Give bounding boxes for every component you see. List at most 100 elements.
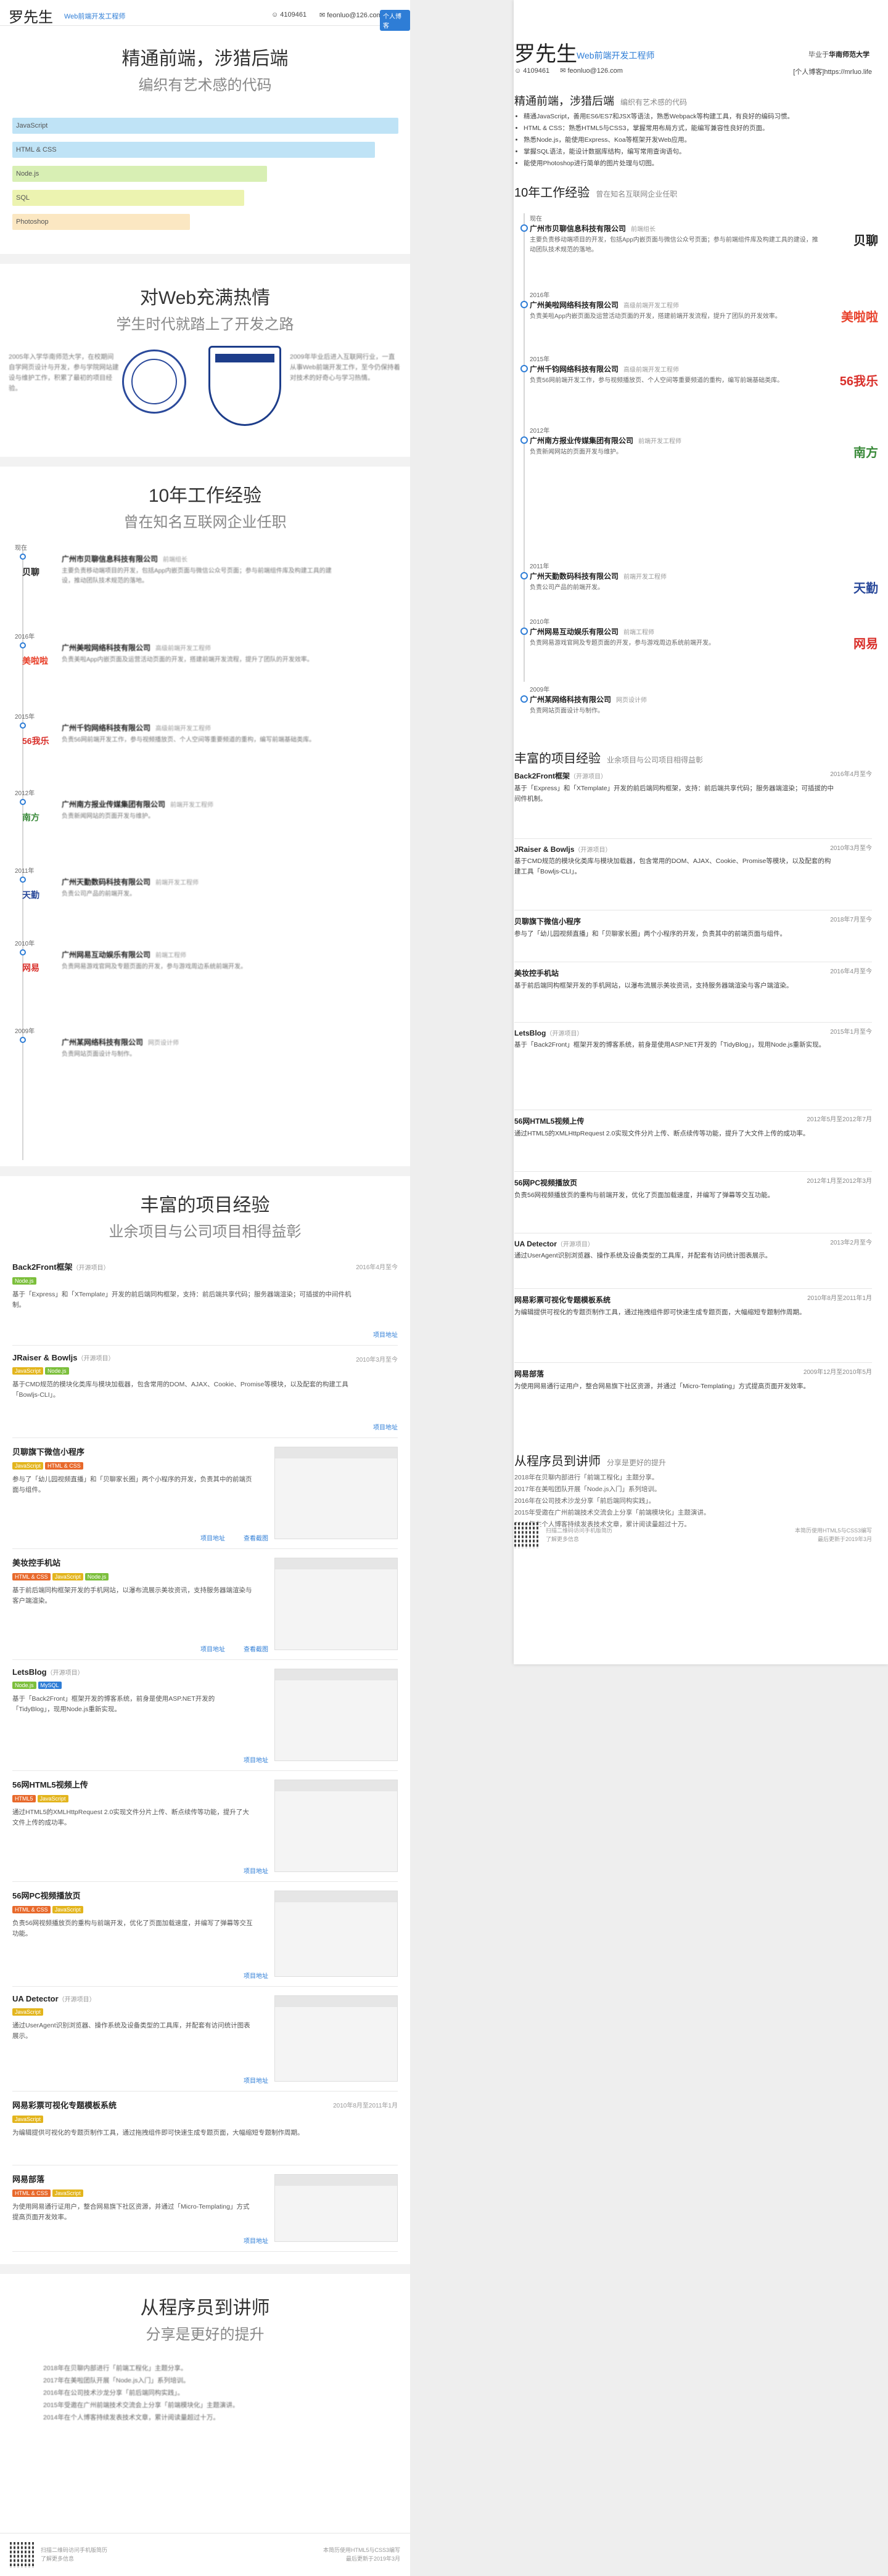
project-name: 56网PC视频播放页 xyxy=(12,1891,81,1900)
hero-title: 精通前端，涉猎后端 xyxy=(121,49,289,69)
project-link[interactable]: 项目地址 xyxy=(244,1971,268,1980)
job-position: 网页设计师 xyxy=(148,1040,179,1047)
print-project-title: UA Detector（开源项目） xyxy=(514,1239,872,1248)
skill-bar: Photoshop xyxy=(12,214,190,230)
skill-point: HTML & CSS：熟悉HTML5与CSS3，掌握常用布局方式，能编写兼容性良… xyxy=(524,123,869,134)
project-name: JRaiser & Bowljs xyxy=(12,1353,78,1362)
project-tag: JavaScript xyxy=(52,1573,83,1580)
print-timeline-dot xyxy=(520,695,528,703)
print-project-name: 美妆控手机站 xyxy=(514,969,559,978)
print-project-date: 2010年3月至今 xyxy=(830,845,872,852)
timeline-axis xyxy=(22,550,23,1160)
print-job-position: 网页设计师 xyxy=(616,697,648,704)
project-card: JRaiser & Bowljs（开源项目） 2010年3月至今 JavaScrip… xyxy=(12,1346,398,1438)
qq-contact[interactable]: ☺ 4109461 xyxy=(271,11,306,18)
email-contact[interactable]: ✉ feonluo@126.com xyxy=(319,11,382,19)
timeline-dot xyxy=(20,642,26,648)
project-link[interactable]: 项目地址 xyxy=(244,1755,268,1764)
experience-timeline: 现在 贝聊 广州市贝聊信息科技有限公司 前端组长 主要负责移动端项目的开发，包括App内… xyxy=(0,545,410,1166)
project-card: UA Detector（开源项目）2013年2月至今JavaScript通过Us… xyxy=(12,1987,398,2091)
project-list: Back2Front框架（开源项目） 2016年4月至今 Node.js 基于「Exp… xyxy=(0,1253,410,2252)
print-qq[interactable]: ☺ 4109461 xyxy=(514,67,549,75)
section-divider xyxy=(0,457,410,467)
project-note: （开源项目） xyxy=(58,1997,96,2003)
print-project-title: 美妆控手机站 xyxy=(514,968,872,978)
job-description: 负责56网前端开发工作，参与视频播放页、个人空间等重要频道的重构，编写前端基础类… xyxy=(62,737,316,743)
print-job-description: 负责56网前端开发工作，参与视频播放页、个人空间等重要频道的重构，编写前端基础类… xyxy=(530,377,784,384)
print-blog-link[interactable]: [个人博客]https://mrluo.life xyxy=(793,67,872,76)
print-company-logo-icon: 美啦啦 xyxy=(841,311,878,324)
screenshot-bar xyxy=(275,1447,397,1458)
project-card: 56网PC视频播放页2012年1月至2012年3月HTML & CSSJavaS… xyxy=(12,1882,398,1987)
print-project: 贝聊旗下微信小程序 2018年7月至今 参与了「幼儿园视频直播」和「贝聊家长圈」两个… xyxy=(514,916,872,939)
timeline-dot xyxy=(20,799,26,805)
print-project-name: UA Detector xyxy=(514,1240,557,1248)
job-position: 前端开发工程师 xyxy=(170,802,214,809)
print-job-entry: 广州美啦网络科技有限公司 高级前端开发工程师 负责美啦App内嵌页面及运营活动页面的… xyxy=(530,300,820,322)
project-card: 56网HTML5视频上传2012年5月至2012年7月HTML5JavaScri… xyxy=(12,1771,398,1882)
project-description: 通过UserAgent识别浏览器、操作系统及设备类型的工具库，并配套有访问统计图… xyxy=(12,2022,250,2040)
screenshot-bar xyxy=(275,1558,397,1569)
project-link[interactable]: 项目地址 xyxy=(200,1533,225,1542)
print-job-company: 广州美啦网络科技有限公司 高级前端开发工程师 xyxy=(530,300,820,310)
qq-number: 4109461 xyxy=(280,11,307,18)
project-tag: JavaScript xyxy=(37,1795,68,1802)
print-job-company-name: 广州美啦网络科技有限公司 xyxy=(530,301,619,309)
print-timeline-year: 2015年 xyxy=(530,356,550,363)
print-project-name: 56网HTML5视频上传 xyxy=(514,1117,585,1126)
project-link[interactable]: 项目地址 xyxy=(244,1866,268,1875)
print-talk-item: 2015年受邀在广州前端技术交流会上分享「前端模块化」主题演讲。 xyxy=(514,1509,710,1516)
project-link[interactable]: 查看截图 xyxy=(244,1644,268,1653)
project-description: 负责56网视频播放页的重构与前端开发，优化了页面加载速度，并编写了弹幕等交互功能… xyxy=(12,1920,253,1937)
project-card: 网易彩票可视化专题模板系统 2010年8月至2011年1月 JavaScript 为编… xyxy=(12,2091,398,2165)
project-description: 基于前后端同构框架开发的手机网站，以瀑布流展示美妆资讯，支持服务器端渲染与客户端… xyxy=(12,1587,252,1605)
screenshot-bar xyxy=(275,1780,397,1791)
project-tag: Node.js xyxy=(12,1277,36,1285)
project-card: 贝聊旗下微信小程序2018年7月至今JavaScriptHTML & CSS参与… xyxy=(12,1438,398,1549)
job-entry: 广州南方报业传媒集团有限公司 前端开发工程师 负责新闻网站的页面开发与维护。 xyxy=(62,799,407,822)
print-project-date: 2016年4月至今 xyxy=(830,771,872,778)
job-entry: 广州某网络科技有限公司 网页设计师 负责网站页面设计与制作。 xyxy=(62,1037,407,1060)
job-company-name: 广州市贝聊信息科技有限公司 xyxy=(62,555,158,563)
project-link[interactable]: 项目地址 xyxy=(200,1644,225,1653)
print-copyright-note: 本简历使用HTML5与CSS3编写 最后更新于2019年3月 xyxy=(794,1527,872,1542)
print-project-divider xyxy=(514,1022,872,1023)
project-link[interactable]: 项目地址 xyxy=(373,1422,398,1431)
print-email[interactable]: ✉ feonluo@126.com xyxy=(560,67,623,75)
print-project-name: 贝聊旗下微信小程序 xyxy=(514,917,582,926)
talk-list: 2018年在贝聊内部进行「前端工程化」主题分享。 2017年在美啦团队开展「Nod… xyxy=(43,2362,410,2424)
talk-item: 2014年在个人博客持续发表技术文章，累计阅读量超过十万。 xyxy=(43,2414,220,2421)
print-talks-title: 从程序员到讲师 分享是更好的提升 xyxy=(514,1455,667,1468)
passion-subtitle: 学生时代就踏上了开发之路 xyxy=(116,316,294,333)
job-description: 负责新闻网站的页面开发与维护。 xyxy=(62,813,154,820)
print-company-logo-icon: 天勤 xyxy=(853,582,878,595)
print-project-title: LetsBlog（开源项目） xyxy=(514,1028,872,1037)
print-job-entry: 广州网易互动娱乐有限公司 前端工程师 负责网易游戏官网及专题页面的开发，参与游戏周边… xyxy=(530,626,820,648)
print-project-date: 2012年1月至2012年3月 xyxy=(807,1178,872,1185)
project-link[interactable]: 项目地址 xyxy=(244,2075,268,2085)
job-company-name: 广州网易互动娱乐有限公司 xyxy=(62,951,151,959)
blog-badge-button[interactable]: 个人博客 xyxy=(380,10,410,31)
talk-item: 2018年在贝聊内部进行「前端工程化」主题分享。 xyxy=(43,2365,187,2372)
print-job-company-name: 广州南方报业传媒集团有限公司 xyxy=(530,436,634,445)
print-timeline-dot xyxy=(520,301,528,308)
print-timeline-dot xyxy=(520,572,528,579)
print-job-description: 负责公司产品的前端开发。 xyxy=(530,584,604,591)
print-project: Back2Front框架（开源项目） 2016年4月至今 基于「Express」和「… xyxy=(514,771,872,804)
screenshot-bar xyxy=(275,1891,397,1902)
print-person-role: Web前端开发工程师 xyxy=(577,51,655,60)
project-tag: HTML & CSS xyxy=(12,1906,51,1913)
print-job-company: 广州千钧网络科技有限公司 高级前端开发工程师 xyxy=(530,364,820,374)
project-title: Back2Front框架（开源项目） xyxy=(12,1261,398,1272)
person-name: 罗先生 xyxy=(9,9,53,26)
print-talk-item: 2018年在贝聊内部进行「前端工程化」主题分享。 xyxy=(514,1474,659,1481)
print-company-logo-icon: 贝聊 xyxy=(853,234,878,248)
project-link[interactable]: 查看截图 xyxy=(244,1533,268,1542)
project-link[interactable]: 项目地址 xyxy=(373,1330,398,1339)
project-link[interactable]: 项目地址 xyxy=(244,2236,268,2245)
print-project-date: 2016年4月至今 xyxy=(830,968,872,975)
print-project-date: 2013年2月至今 xyxy=(830,1240,872,1246)
print-project-divider xyxy=(514,1171,872,1172)
print-job-entry: 广州某网络科技有限公司 网页设计师 负责网站页面设计与制作。 xyxy=(530,694,820,716)
print-timeline-dot xyxy=(520,436,528,444)
